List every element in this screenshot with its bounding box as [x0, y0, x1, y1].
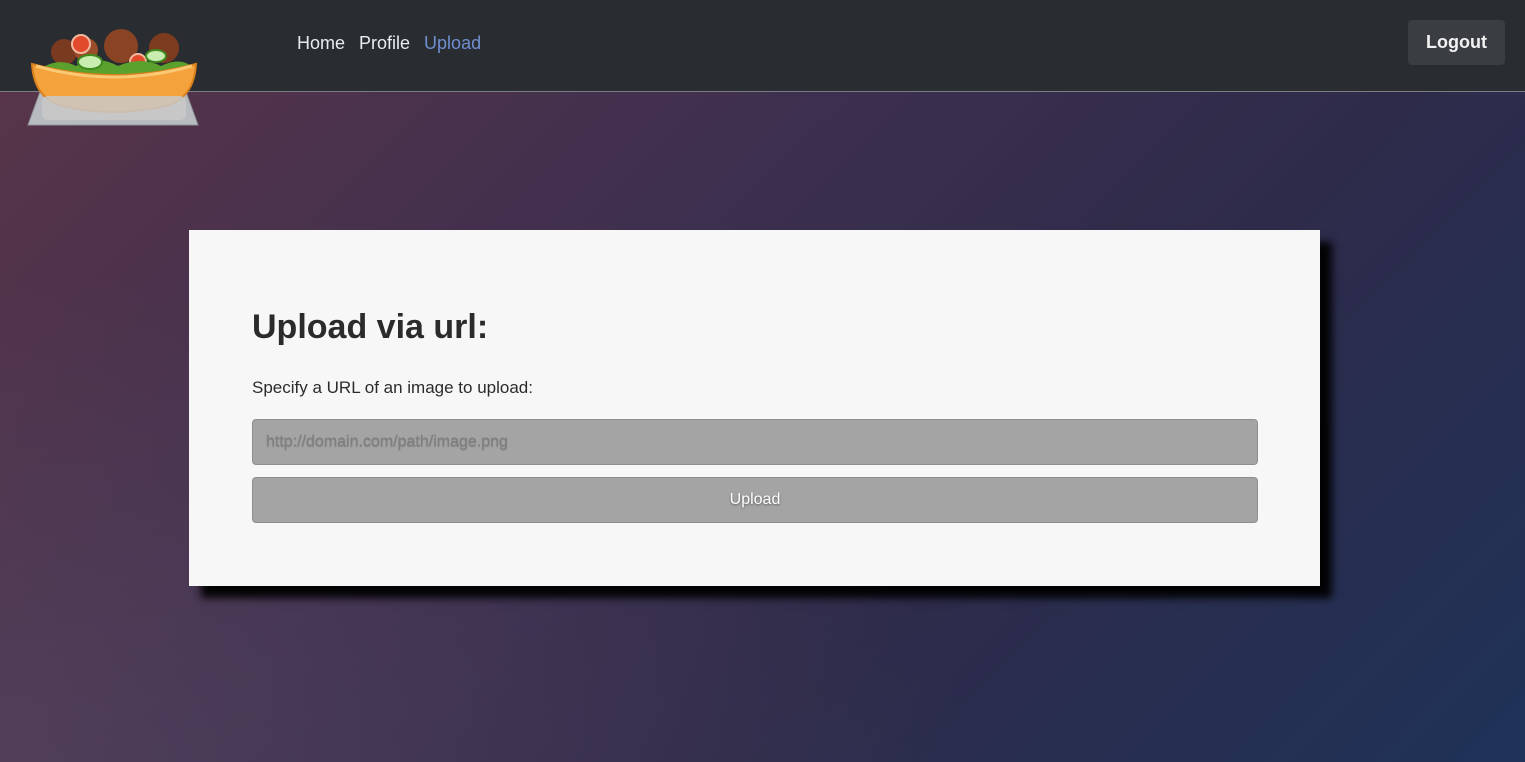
logout-button[interactable]: Logout — [1408, 20, 1505, 65]
logo-image — [27, 29, 199, 126]
nav-links: Home Profile Upload — [297, 32, 481, 54]
upload-button[interactable]: Upload — [252, 477, 1258, 523]
image-url-input[interactable] — [252, 419, 1258, 465]
nav-link-upload[interactable]: Upload — [424, 32, 481, 54]
upload-description: Specify a URL of an image to upload: — [252, 378, 533, 397]
top-navbar: Home Profile Upload Logout — [0, 0, 1525, 92]
nav-link-home[interactable]: Home — [297, 32, 345, 54]
upload-title: Upload via url: — [252, 308, 489, 346]
nav-link-profile[interactable]: Profile — [359, 32, 410, 54]
falafel-lovers-logo[interactable] — [26, 26, 202, 128]
upload-card: Upload via url: Specify a URL of an imag… — [189, 230, 1320, 586]
